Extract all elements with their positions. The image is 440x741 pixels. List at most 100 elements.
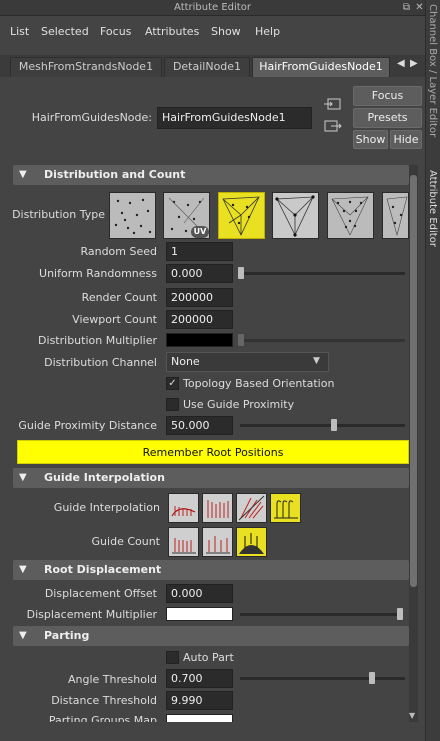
menu-help[interactable]: Help — [255, 25, 280, 38]
distribution-even-thumb[interactable] — [327, 192, 374, 239]
viewport-count-label: Viewport Count — [72, 313, 157, 326]
section-guide-interp-header[interactable]: ▼ Guide Interpolation — [13, 468, 409, 488]
uniform-randomness-field[interactable]: 0.000 — [166, 264, 233, 283]
distribution-vertex-thumb[interactable] — [272, 192, 319, 239]
guide-interp-label: Guide Interpolation — [53, 501, 160, 514]
interp-option-1-thumb[interactable] — [168, 493, 199, 523]
section-title: Distribution and Count — [44, 168, 186, 181]
topology-label: Topology Based Orientation — [183, 377, 335, 390]
collapse-triangle-icon: ▼ — [19, 472, 27, 483]
distribution-per-face-thumb[interactable] — [218, 192, 265, 239]
node-label: HairFromGuidesNode: — [31, 111, 152, 124]
distribution-type-label: Distribution Type — [12, 208, 105, 221]
render-count-field[interactable]: 200000 — [166, 288, 233, 307]
uv-badge: UV — [191, 226, 209, 238]
displacement-multiplier-label: Displacement Multiplier — [26, 608, 157, 621]
menu-selected[interactable]: Selected — [41, 25, 89, 38]
uniform-randomness-slider[interactable] — [240, 272, 405, 275]
scrollbar-thumb[interactable] — [410, 175, 417, 587]
displacement-multiplier-swatch[interactable] — [166, 607, 233, 621]
output-connection-icon[interactable] — [323, 118, 343, 134]
displacement-multiplier-handle[interactable] — [397, 608, 403, 620]
distribution-random-thumb[interactable] — [109, 192, 156, 239]
distribution-channel-label: Distribution Channel — [44, 356, 157, 369]
auto-part-checkbox[interactable] — [166, 651, 179, 664]
tab-scroll-left-icon[interactable]: ◀ — [397, 58, 405, 69]
remember-root-positions-button[interactable]: Remember Root Positions — [17, 440, 409, 464]
distribution-channel-value: None — [171, 355, 200, 368]
distribution-multiplier-slider[interactable] — [240, 339, 405, 342]
displacement-offset-label: Displacement Offset — [44, 587, 157, 600]
window-title-bar: Attribute Editor ⧉ ✕ — [0, 0, 425, 16]
menu-focus[interactable]: Focus — [100, 25, 131, 38]
angle-threshold-field[interactable]: 0.700 — [166, 669, 233, 688]
distribution-multiplier-label: Distribution Multiplier — [38, 334, 157, 347]
node-name-field[interactable]: HairFromGuidesNode1 — [157, 107, 312, 129]
window-title: Attribute Editor — [174, 2, 251, 13]
random-seed-field[interactable]: 1 — [166, 242, 233, 261]
scroll-down-icon[interactable]: ▼ — [409, 711, 415, 720]
guide-count-option-1-thumb[interactable] — [168, 527, 199, 557]
input-connection-icon[interactable] — [323, 96, 343, 112]
parting-groups-map-label: Parting Groups Map — [48, 714, 157, 722]
tab-meshfromstrands[interactable]: MeshFromStrandsNode1 — [10, 57, 162, 77]
show-button[interactable]: Show — [353, 130, 388, 149]
focus-button[interactable]: Focus — [353, 86, 422, 106]
guide-proximity-distance-slider[interactable] — [240, 424, 405, 427]
guide-proximity-distance-handle[interactable] — [331, 419, 337, 431]
section-root-displacement-header[interactable]: ▼ Root Displacement — [13, 560, 409, 580]
uniform-randomness-handle[interactable] — [238, 267, 244, 279]
clipped-row: Parting Groups Map — [0, 712, 409, 722]
topology-checkbox[interactable]: ✓ — [166, 377, 179, 390]
tab-hairfromguides[interactable]: HairFromGuidesNode1 — [252, 57, 390, 77]
random-seed-label: Random Seed — [80, 245, 157, 258]
section-title: Root Displacement — [44, 563, 162, 576]
distribution-multiplier-handle[interactable] — [238, 334, 244, 346]
float-window-icon[interactable]: ⧉ — [400, 1, 413, 14]
angle-threshold-slider[interactable] — [240, 677, 405, 680]
tab-detail[interactable]: DetailNode1 — [164, 57, 250, 77]
side-tab-strip: Channel Box / Layer Editor Attribute Edi… — [425, 0, 440, 741]
viewport-count-field[interactable]: 200000 — [166, 310, 233, 329]
guide-proximity-label: Use Guide Proximity — [183, 398, 295, 411]
bottom-padding — [0, 722, 425, 741]
guide-proximity-distance-field[interactable]: 50.000 — [166, 416, 233, 435]
collapse-triangle-icon: ▼ — [19, 564, 27, 575]
distribution-uv-thumb[interactable]: UV — [163, 192, 210, 239]
menu-attributes[interactable]: Attributes — [145, 25, 199, 38]
hide-button[interactable]: Hide — [390, 130, 422, 149]
auto-part-label: Auto Part — [183, 651, 234, 664]
menu-show[interactable]: Show — [211, 25, 241, 38]
collapse-triangle-icon: ▼ — [19, 630, 27, 641]
menu-bar: List Selected Focus Attributes Show Help — [0, 17, 425, 47]
guide-count-option-2-thumb[interactable] — [202, 527, 233, 557]
section-parting-header[interactable]: ▼ Parting — [13, 626, 409, 646]
section-distribution-header[interactable]: ▼ Distribution and Count — [13, 165, 409, 185]
channel-box-tab[interactable]: Channel Box / Layer Editor — [427, 4, 438, 137]
interp-option-3-thumb[interactable] — [236, 493, 267, 523]
presets-button[interactable]: Presets — [353, 108, 422, 128]
interp-option-2-thumb[interactable] — [202, 493, 233, 523]
distance-threshold-label: Distance Threshold — [51, 694, 157, 707]
node-tab-row: MeshFromStrandsNode1 DetailNode1 HairFro… — [0, 55, 425, 77]
collapse-triangle-icon: ▼ — [19, 169, 27, 180]
guide-count-option-3-thumb[interactable] — [236, 527, 267, 557]
parting-groups-map-swatch[interactable] — [166, 714, 233, 722]
attribute-editor-tab[interactable]: Attribute Editor — [427, 170, 438, 247]
guide-proximity-distance-label: Guide Proximity Distance — [18, 419, 157, 432]
section-title: Parting — [44, 629, 90, 642]
distribution-multiplier-swatch[interactable] — [166, 333, 233, 347]
displacement-multiplier-slider[interactable] — [240, 613, 403, 616]
section-title: Guide Interpolation — [44, 471, 165, 484]
distance-threshold-field[interactable]: 9.990 — [166, 691, 233, 710]
distribution-channel-select[interactable]: None ▼ — [166, 352, 329, 372]
angle-threshold-handle[interactable] — [369, 672, 375, 684]
menu-list[interactable]: List — [10, 25, 29, 38]
chevron-down-icon: ▼ — [313, 356, 320, 366]
distribution-guide-thumb[interactable] — [382, 192, 409, 239]
displacement-offset-field[interactable]: 0.000 — [166, 584, 233, 603]
interp-option-4-thumb[interactable] — [270, 493, 301, 523]
guide-proximity-checkbox[interactable] — [166, 398, 179, 411]
tab-scroll-right-icon[interactable]: ▶ — [410, 58, 418, 69]
guide-count-label: Guide Count — [91, 535, 160, 548]
